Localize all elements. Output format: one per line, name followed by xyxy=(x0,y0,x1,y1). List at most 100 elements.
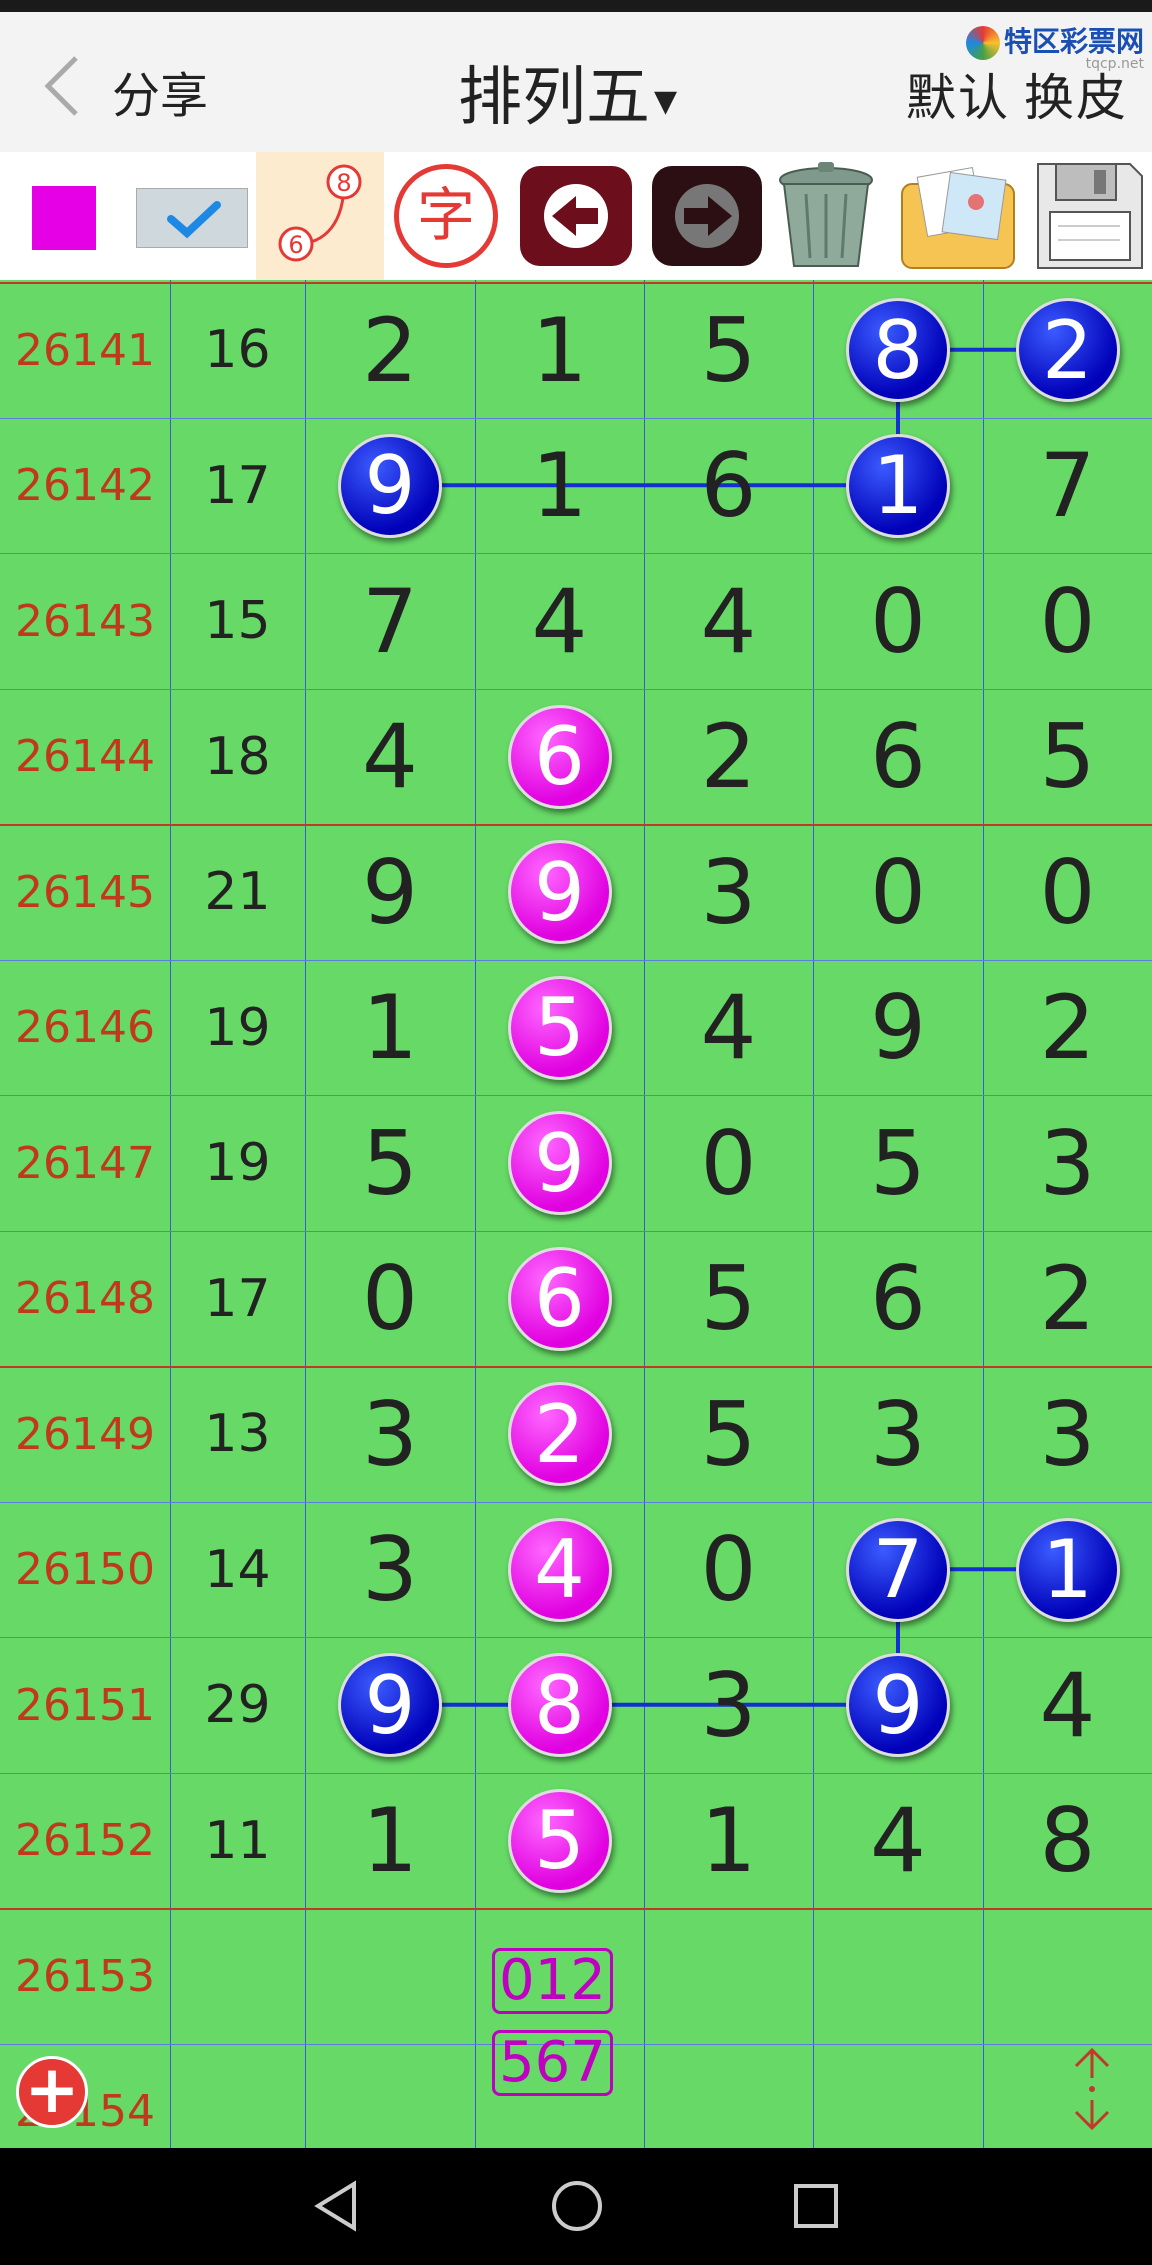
digit-cell[interactable]: 7 xyxy=(305,553,475,689)
share-button[interactable]: 分享 xyxy=(112,56,208,126)
lottery-type-selector[interactable]: 排列五 ▼ xyxy=(458,46,677,138)
sum-value: 14 xyxy=(204,1539,271,1600)
digit-cell[interactable]: 9 xyxy=(813,1637,983,1773)
color-swatch-button[interactable] xyxy=(32,186,96,250)
digit-cell[interactable]: 8 xyxy=(983,1773,1152,1909)
digit-cell[interactable]: 5 xyxy=(475,1773,644,1909)
digit-cell[interactable]: 0 xyxy=(305,1231,475,1367)
digit-cell[interactable]: 4 xyxy=(305,689,475,825)
digit-cell[interactable]: 3 xyxy=(305,1366,475,1502)
digit-cell[interactable]: 5 xyxy=(644,282,813,418)
digit-cell[interactable]: 0 xyxy=(813,824,983,960)
digit-cell[interactable]: 4 xyxy=(475,1502,644,1638)
digit-cell[interactable]: 2 xyxy=(983,1231,1152,1367)
digit-cell[interactable]: 4 xyxy=(475,553,644,689)
digit-cell[interactable]: 3 xyxy=(983,1366,1152,1502)
nav-recent-icon[interactable] xyxy=(790,2178,842,2234)
photos-button[interactable] xyxy=(896,162,1020,272)
default-button[interactable]: 默认 xyxy=(906,69,1010,127)
digit-cell[interactable] xyxy=(983,1908,1152,2044)
digit-cell[interactable]: 0 xyxy=(813,553,983,689)
digit-value: 0 xyxy=(870,840,926,944)
digit-cell[interactable]: 3 xyxy=(983,1095,1152,1231)
digit-cell[interactable]: 7 xyxy=(813,1502,983,1638)
digit-cell[interactable]: 2 xyxy=(983,282,1152,418)
digit-cell[interactable]: 5 xyxy=(644,1366,813,1502)
digit-cell[interactable]: 5 xyxy=(644,1231,813,1367)
save-button[interactable] xyxy=(1030,156,1148,276)
digit-cell[interactable]: 0 xyxy=(644,1095,813,1231)
trash-button[interactable] xyxy=(770,158,882,274)
add-button[interactable]: + xyxy=(16,2056,88,2128)
chevron-left-icon[interactable] xyxy=(40,54,84,118)
digit-cell[interactable]: 5 xyxy=(813,1095,983,1231)
digit-cell[interactable]: 9 xyxy=(305,824,475,960)
nav-back-icon[interactable] xyxy=(310,2178,362,2234)
digit-cell[interactable]: 5 xyxy=(983,689,1152,825)
digit-cell[interactable]: 1 xyxy=(644,1773,813,1909)
digit-cell[interactable]: 9 xyxy=(813,960,983,1096)
digit-cell[interactable]: 9 xyxy=(305,1637,475,1773)
check-toggle-button[interactable] xyxy=(136,188,248,248)
digit-value: 5 xyxy=(870,1111,926,1215)
digit-cell[interactable]: 0 xyxy=(983,824,1152,960)
digit-cell[interactable]: 5 xyxy=(305,1095,475,1231)
magenta-ball-digit: 5 xyxy=(507,1788,612,1893)
digit-cell[interactable]: 6 xyxy=(813,1231,983,1367)
digit-cell[interactable]: 2 xyxy=(305,282,475,418)
issue-number: 26150 xyxy=(15,1544,155,1595)
digit-cell[interactable] xyxy=(813,1908,983,2044)
digit-cell[interactable]: 2 xyxy=(983,960,1152,1096)
digit-cell[interactable]: 0 xyxy=(644,1502,813,1638)
prediction-box[interactable]: 567 xyxy=(492,2030,613,2096)
digit-value: 4 xyxy=(870,1789,926,1892)
digit-cell[interactable]: 9 xyxy=(475,1095,644,1231)
magenta-ball-digit: 9 xyxy=(507,840,612,944)
digit-cell[interactable]: 9 xyxy=(305,418,475,554)
digit-cell[interactable]: 5 xyxy=(475,960,644,1096)
digit-cell[interactable]: 3 xyxy=(644,1637,813,1773)
digit-cell[interactable]: 1 xyxy=(813,418,983,554)
digit-cell[interactable]: 9 xyxy=(475,824,644,960)
digit-cell[interactable]: 8 xyxy=(813,282,983,418)
digit-cell[interactable]: 1 xyxy=(305,1773,475,1909)
digit-cell[interactable] xyxy=(644,1908,813,2044)
digit-cell[interactable]: 6 xyxy=(644,418,813,554)
digit-cell[interactable]: 4 xyxy=(644,553,813,689)
character-tool-button[interactable]: 字 xyxy=(394,164,498,268)
digit-cell[interactable] xyxy=(644,2044,813,2149)
digit-cell[interactable]: 1 xyxy=(305,960,475,1096)
scroll-updown-icon[interactable] xyxy=(1068,2044,1116,2134)
digit-cell[interactable] xyxy=(305,1908,475,2044)
digit-cell[interactable]: 4 xyxy=(813,1773,983,1909)
digit-cell[interactable] xyxy=(813,2044,983,2149)
digit-cell[interactable]: 3 xyxy=(813,1366,983,1502)
skin-button[interactable]: 换皮 xyxy=(1024,69,1128,127)
digit-cell[interactable]: 2 xyxy=(644,689,813,825)
arrow-right-button[interactable] xyxy=(652,166,762,266)
digit-cell[interactable]: 1 xyxy=(475,282,644,418)
digit-cell[interactable]: 4 xyxy=(983,1637,1152,1773)
digit-cell[interactable]: 0 xyxy=(983,553,1152,689)
number-link-tool-button[interactable]: 8 6 xyxy=(256,152,384,280)
digit-value: 0 xyxy=(362,1247,418,1350)
nav-home-icon[interactable] xyxy=(550,2178,604,2234)
digit-cell[interactable]: 6 xyxy=(475,689,644,825)
digit-cell[interactable]: 3 xyxy=(644,824,813,960)
digit-cell[interactable]: 6 xyxy=(475,1231,644,1367)
issue-number: 26145 xyxy=(15,866,155,918)
digit-cell[interactable]: 1 xyxy=(475,418,644,554)
arrow-left-button[interactable] xyxy=(520,166,632,266)
digit-cell[interactable]: 7 xyxy=(983,418,1152,554)
digit-cell[interactable] xyxy=(305,2044,475,2149)
digit-cell[interactable]: 2 xyxy=(475,1366,644,1502)
digit-cell[interactable]: 6 xyxy=(813,689,983,825)
prediction-box[interactable]: 012 xyxy=(492,1948,613,2014)
digit-cell[interactable]: 4 xyxy=(644,960,813,1096)
digit-cell[interactable]: 3 xyxy=(305,1502,475,1638)
digit-cell[interactable]: 1 xyxy=(983,1502,1152,1638)
trend-chart-grid[interactable]: 26141 16 2 1 5 8 2 26142 17 9 1 6 1 7 26143 15 7 4 4 0 0 2614… xyxy=(0,280,1152,2148)
digit-value: 3 xyxy=(700,840,757,944)
issue-number: 26147 xyxy=(15,1137,155,1189)
digit-cell[interactable]: 8 xyxy=(475,1637,644,1773)
